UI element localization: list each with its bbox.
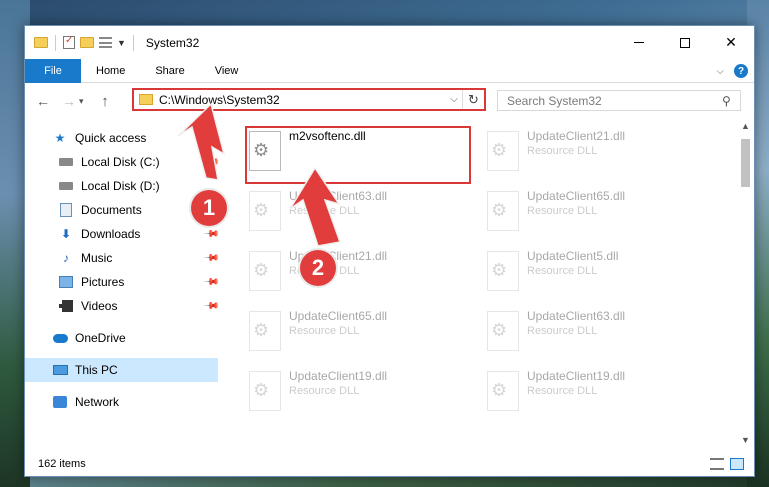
arrow-1 xyxy=(177,102,226,181)
callout-badge-1: 1 xyxy=(191,190,227,226)
arrow-2 xyxy=(289,166,342,247)
annotation-arrows xyxy=(177,102,342,247)
callout-badge-2: 2 xyxy=(300,250,336,286)
